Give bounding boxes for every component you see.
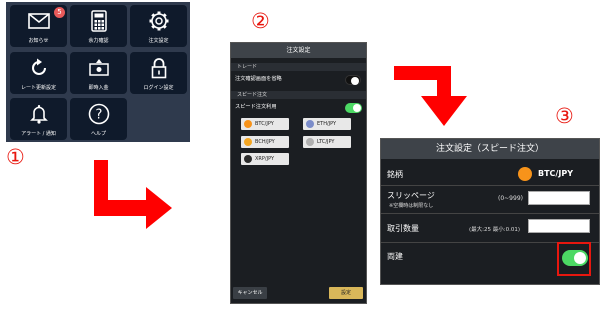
menu-tile-order-settings[interactable]: 注文設定: [130, 5, 187, 47]
section-header-trade: トレード: [231, 63, 366, 71]
menu-tile-alerts[interactable]: アラート / 通知: [10, 98, 67, 140]
lock-icon: [130, 55, 187, 81]
pair-button-eth[interactable]: ETH/JPY: [303, 118, 351, 130]
quantity-label: 取引数量: [387, 224, 419, 233]
skip-confirm-label: 注文確認画面を省略: [235, 76, 282, 82]
refresh-icon: [10, 55, 67, 81]
pair-button-bch[interactable]: BCH/JPY: [241, 136, 289, 148]
arrow-to-step-3-icon: [394, 66, 467, 126]
slippage-label: スリッページ: [387, 191, 435, 200]
svg-text:?: ?: [95, 108, 102, 123]
menu-tile-instant-deposit[interactable]: 即時入金: [70, 52, 127, 94]
divider: [381, 213, 599, 214]
screen-title: 注文設定（スピード注文）: [381, 139, 599, 159]
step-number-1: ①: [6, 145, 25, 169]
quantity-input[interactable]: [528, 219, 590, 233]
menu-tile-help[interactable]: ? ヘルプ: [70, 98, 127, 140]
bell-icon: [10, 101, 67, 127]
cancel-button[interactable]: キャンセル: [233, 287, 267, 299]
quantity-range: (最大:25 最小:0.01): [469, 227, 520, 233]
menu-tile-label: 即時入金: [88, 85, 109, 91]
slippage-input[interactable]: [528, 191, 590, 205]
menu-tile-rate-refresh[interactable]: レート更新設定: [10, 52, 67, 94]
symbol-value: BTC/JPY: [538, 169, 573, 178]
speed-use-label: スピード注文利用: [235, 104, 277, 110]
slippage-note: ※空欄時は制限なし: [389, 203, 434, 209]
calculator-icon: [70, 8, 127, 34]
menu-tile-notices[interactable]: 5 お知らせ: [10, 5, 67, 47]
slippage-range: (0~999): [498, 195, 523, 202]
menu-tile-label: 注文設定: [148, 38, 169, 44]
help-icon: ?: [70, 101, 127, 127]
notification-badge: 5: [54, 7, 65, 18]
app-menu-panel: 5 お知らせ 余力確認 注文設定 レート更新設定 即時入金 ログイン設定 アラー…: [6, 2, 190, 142]
arrow-to-step-2-icon: [94, 160, 172, 229]
pair-button-btc[interactable]: BTC/JPY: [241, 118, 289, 130]
symbol-label: 銘柄: [387, 170, 403, 179]
menu-tile-login-settings[interactable]: ログイン設定: [130, 52, 187, 94]
speed-order-settings-screen: 注文設定（スピード注文） 銘柄 BTC/JPY スリッページ ※空欄時は制限なし…: [380, 138, 600, 285]
skip-confirm-toggle[interactable]: [345, 75, 361, 85]
menu-tile-margin[interactable]: 余力確認: [70, 5, 127, 47]
gear-icon: [130, 8, 187, 34]
ltc-coin-icon: [306, 138, 314, 146]
menu-tile-label: ヘルプ: [90, 131, 106, 137]
screen-title: 注文設定: [231, 43, 366, 58]
hedge-label: 両建: [387, 252, 403, 261]
section-header-speed: スピード注文: [231, 91, 366, 99]
menu-tile-label: ログイン設定: [143, 85, 174, 91]
divider: [381, 185, 599, 186]
menu-tile-label: アラート / 通知: [21, 131, 56, 137]
menu-tile-label: 余力確認: [88, 38, 109, 44]
speed-use-toggle[interactable]: [345, 103, 362, 113]
toggle-knob: [574, 252, 586, 264]
cash-icon: [70, 55, 127, 81]
menu-tile-label: お知らせ: [28, 38, 49, 44]
order-settings-screen: 注文設定 トレード 注文確認画面を省略 スピード注文 スピード注文利用 BTC/…: [230, 42, 367, 304]
confirm-button[interactable]: 設定: [329, 287, 363, 299]
xrp-coin-icon: [244, 155, 252, 163]
bch-coin-icon: [244, 138, 252, 146]
step-number-3: ③: [555, 104, 574, 128]
menu-tile-label: レート更新設定: [20, 85, 56, 91]
eth-coin-icon: [306, 120, 314, 128]
pair-button-xrp[interactable]: XRP/JPY: [241, 153, 289, 165]
btc-coin-icon: [244, 120, 252, 128]
btc-coin-icon: [518, 167, 532, 181]
pair-button-ltc[interactable]: LTC/JPY: [303, 136, 351, 148]
hedge-toggle[interactable]: [562, 250, 588, 266]
step-number-2: ②: [251, 9, 270, 33]
